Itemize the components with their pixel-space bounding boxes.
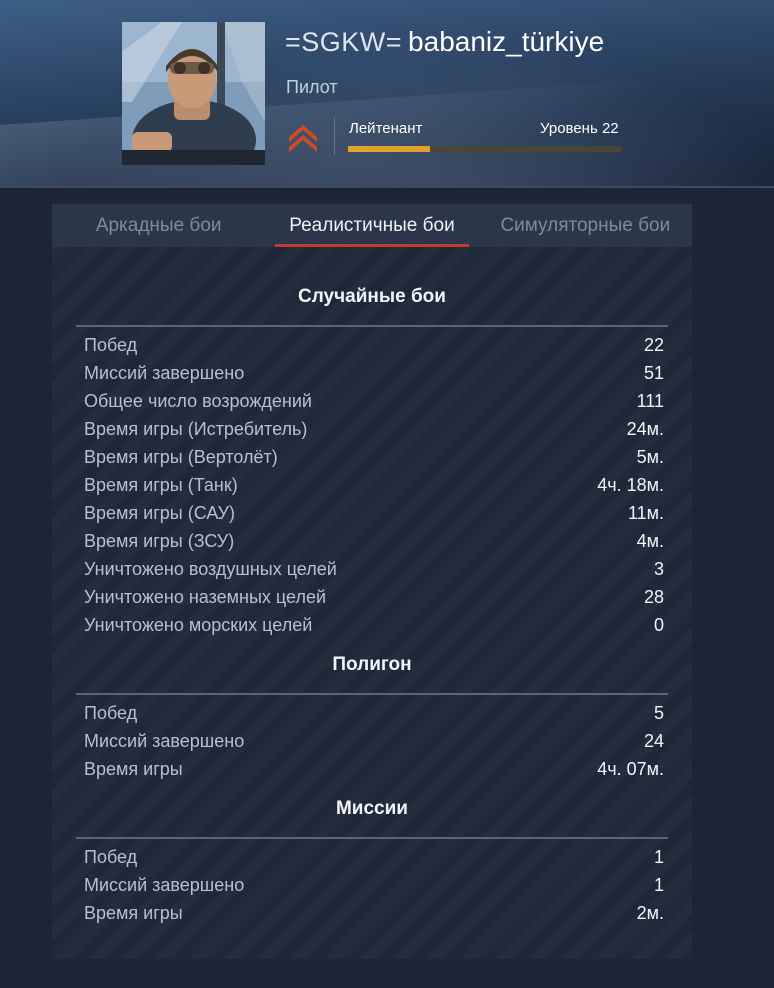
- tab-arcade[interactable]: Аркадные бои: [52, 204, 265, 247]
- clan-tag[interactable]: =SGKW=: [285, 27, 402, 57]
- stat-row: Время игры (САУ) 11м.: [84, 499, 664, 527]
- pilot-portrait-icon: [122, 22, 265, 165]
- stat-label: Уничтожено воздушных целей: [84, 559, 337, 579]
- stat-value: 1: [653, 875, 664, 895]
- stat-row: Уничтожено морских целей 0: [84, 611, 664, 639]
- stat-value: 0: [653, 615, 664, 635]
- stat-label: Время игры: [84, 759, 183, 779]
- stat-value: 1: [653, 847, 664, 867]
- stat-value: 28: [643, 587, 664, 607]
- stat-label: Время игры (САУ): [84, 503, 235, 523]
- stat-row: Миссий завершено 1: [84, 871, 664, 899]
- stat-value: 2м.: [636, 903, 664, 923]
- stat-label: Миссий завершено: [84, 875, 245, 895]
- stat-value: 4ч. 18м.: [597, 475, 664, 495]
- stat-value: 5м.: [636, 447, 664, 467]
- battle-mode-tabs: Аркадные бои Реалистичные бои Симуляторн…: [52, 204, 692, 247]
- stat-row: Общее число возрождений 111: [84, 387, 664, 415]
- section-divider: [76, 325, 668, 327]
- stat-row: Побед 1: [84, 843, 664, 871]
- stat-row: Время игры 4ч. 07м.: [84, 755, 664, 783]
- stat-label: Уничтожено наземных целей: [84, 587, 327, 607]
- stat-row: Время игры (Истребитель) 24м.: [84, 415, 664, 443]
- profile-header: =SGKW= babaniz_türkiye Пилот Лейтенант Ур…: [0, 0, 774, 188]
- player-title[interactable]: Пилот: [286, 77, 338, 98]
- pilot-avatar[interactable]: [122, 22, 265, 165]
- stat-label: Уничтожено морских целей: [84, 615, 313, 635]
- stat-label: Побед: [84, 703, 138, 723]
- stat-row: Побед 5: [84, 699, 664, 727]
- section-divider: [76, 837, 668, 839]
- player-name: =SGKW= babaniz_türkiye: [285, 26, 604, 58]
- level-progress-bar: [348, 146, 622, 152]
- section-title: Миссии: [335, 798, 408, 819]
- stat-value: 24: [643, 731, 664, 751]
- rank-divider: [334, 117, 335, 155]
- section-title: Полигон: [332, 654, 412, 675]
- rank-name: Лейтенант: [349, 120, 423, 137]
- stat-value: 51: [643, 363, 664, 383]
- stat-row: Побед 22: [84, 331, 664, 359]
- level-label: Уровень 22: [540, 120, 619, 137]
- stat-row: Уничтожено воздушных целей 3: [84, 555, 664, 583]
- stat-value: 11м.: [627, 503, 664, 523]
- stat-row: Время игры (Танк) 4ч. 18м.: [84, 471, 664, 499]
- stat-value: 5: [653, 703, 664, 723]
- stat-label: Время игры (Танк): [84, 475, 238, 495]
- section-title: Случайные бои: [298, 286, 446, 307]
- stat-row: Время игры (Вертолёт) 5м.: [84, 443, 664, 471]
- tab-simulator[interactable]: Симуляторные бои: [479, 204, 692, 247]
- tab-realistic[interactable]: Реалистичные бои: [265, 204, 478, 247]
- stat-label: Миссий завершено: [84, 363, 245, 383]
- stat-label: Время игры (ЗСУ): [84, 531, 235, 551]
- stat-row: Время игры (ЗСУ) 4м.: [84, 527, 664, 555]
- stat-label: Время игры (Истребитель): [84, 419, 308, 439]
- stat-value: 4ч. 07м.: [597, 759, 664, 779]
- section-divider: [76, 693, 668, 695]
- stat-label: Миссий завершено: [84, 731, 245, 751]
- stat-value: 3: [653, 559, 664, 579]
- stat-label: Побед: [84, 335, 138, 355]
- stat-label: Время игры: [84, 903, 183, 923]
- level-progress-fill: [348, 146, 431, 152]
- stat-value: 4м.: [636, 531, 664, 551]
- rank-chevron-icon: [289, 125, 317, 152]
- stat-row: Миссий завершено 51: [84, 359, 664, 387]
- stat-row: Уничтожено наземных целей 28: [84, 583, 664, 611]
- stat-row: Время игры 2м.: [84, 899, 664, 927]
- stat-value: 24м.: [626, 419, 664, 439]
- stat-row: Миссий завершено 24: [84, 727, 664, 755]
- stat-label: Общее число возрождений: [84, 391, 312, 411]
- stat-label: Побед: [84, 847, 138, 867]
- player-nickname: babaniz_türkiye: [408, 26, 605, 57]
- stat-value: 111: [636, 391, 664, 411]
- stat-label: Время игры (Вертолёт): [84, 447, 278, 467]
- stat-value: 22: [643, 335, 664, 355]
